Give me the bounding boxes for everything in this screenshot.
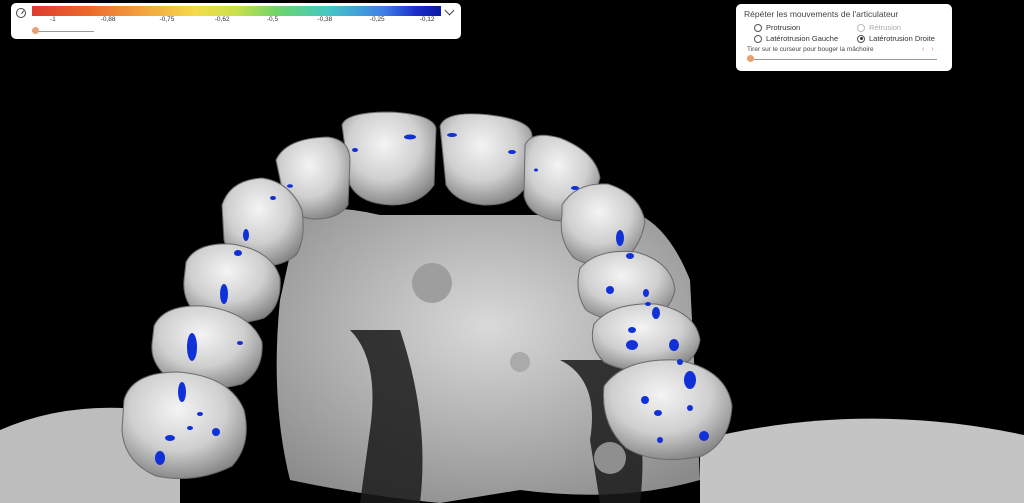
chevron-right-icon[interactable]: › [931,46,933,53]
contact-mark [508,150,516,154]
radio-circle[interactable] [754,23,762,32]
scale-tick: -1 [49,16,56,23]
tooth [439,113,533,206]
contact-mark [237,341,243,345]
contact-mark [187,333,197,361]
radio-label: Latérotrusion Gauche [766,34,839,43]
contact-mark [178,382,186,402]
distance-scale-panel: -1 -0,88 -0,75 -0,62 -0,5 -0,38 -0,25 -0… [11,3,461,39]
contact-mark [404,134,416,140]
step-arrows: ‹ › [922,46,939,53]
radio-laterotrusion-left[interactable]: Latérotrusion Gauche [754,34,838,43]
radio-label: Latérotrusion Droite [869,34,935,43]
jaw-slider-thumb[interactable] [747,55,754,62]
palate-blob [510,352,530,372]
contact-mark [699,431,709,441]
dental-arch-model[interactable] [0,0,1024,503]
palate-blob [412,263,452,303]
radio-protrusion[interactable]: Protrusion [754,23,800,32]
contact-mark [165,435,175,441]
radio-circle[interactable] [857,34,865,43]
scale-tick: -0,38 [317,16,333,23]
contact-mark [654,410,662,416]
contact-mark [287,184,293,188]
contact-mark [534,168,538,172]
3d-viewport[interactable] [0,0,1024,503]
slider-hint: Tirer sur le curseur pour bouger la mâch… [747,46,874,53]
scale-tick: -0,12 [419,16,435,23]
contact-mark [243,229,249,241]
contact-mark [626,340,638,350]
contact-mark [645,302,651,306]
chevron-down-icon[interactable] [444,5,455,16]
scale-ticks: -1 -0,88 -0,75 -0,62 -0,5 -0,38 -0,25 -0… [32,16,441,26]
jaw-base [700,418,1024,503]
contact-mark [155,451,165,465]
scale-tick: -0,25 [369,16,385,23]
articulator-panel: Répéter les mouvements de l'articulateur… [736,4,952,71]
contact-mark [234,250,242,256]
scale-slider-track [32,31,94,32]
radio-circle[interactable] [754,34,762,43]
scale-tick: -0,88 [100,16,116,23]
contact-mark [187,426,193,430]
contact-mark [628,327,636,333]
contact-mark [641,396,649,404]
contact-mark [669,339,679,351]
contact-mark [684,371,696,389]
contact-mark [657,437,663,443]
scale-tick: -0,75 [159,16,175,23]
color-scale-bar [32,6,441,16]
articulator-title: Répéter les mouvements de l'articulateur [744,9,899,19]
contact-mark [212,428,220,436]
tooth [602,359,733,461]
jaw-slider[interactable] [747,55,937,62]
contact-mark [643,289,649,297]
contact-mark [270,196,276,200]
contact-mark [606,286,614,294]
scale-slider[interactable] [32,27,94,34]
contact-mark [447,133,457,137]
contact-mark [571,186,579,190]
palate-blob [594,442,626,474]
scale-tick: -0,62 [214,16,230,23]
contact-mark [197,412,203,416]
contact-mark [220,284,228,304]
radio-laterotrusion-right[interactable]: Latérotrusion Droite [857,34,935,43]
contact-mark [352,148,358,152]
contact-mark [652,307,660,319]
radio-retrusion: Rétrusion [857,23,901,32]
jaw-slider-track [747,59,937,60]
chevron-left-icon[interactable]: ‹ [922,46,924,53]
contact-mark [616,230,624,246]
scale-tick: -0,5 [266,16,279,23]
contact-mark [677,359,683,365]
gauge-icon[interactable] [16,8,26,18]
contact-mark [687,405,693,411]
contact-mark [626,253,634,259]
radio-label: Protrusion [766,23,801,32]
radio-label: Rétrusion [869,23,902,32]
radio-circle [857,23,865,32]
scale-slider-thumb[interactable] [32,27,39,34]
tooth [341,111,437,206]
